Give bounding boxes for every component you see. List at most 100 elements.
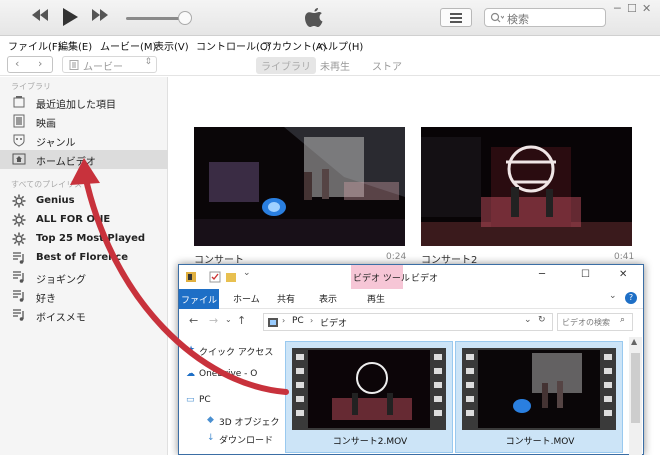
recent-locations-icon[interactable]: ⌄ bbox=[225, 315, 232, 324]
tab-view[interactable]: 表示 bbox=[319, 292, 337, 305]
scroll-thumb[interactable] bbox=[631, 353, 640, 423]
file-name: コンサート2.MOV bbox=[332, 437, 408, 447]
volume-slider[interactable] bbox=[126, 17, 186, 20]
sidebar-item-genius[interactable]: Genius bbox=[0, 192, 168, 211]
search-placeholder: 検索 bbox=[507, 13, 529, 26]
close-button[interactable]: ✕ bbox=[642, 2, 651, 15]
video-file-icon bbox=[292, 348, 446, 430]
window-title: ビデオ bbox=[411, 274, 439, 284]
nav-3d-objects[interactable]: 3D オブジェク bbox=[219, 415, 280, 428]
sidebar-item-voice-memos[interactable]: ボイスメモ bbox=[0, 306, 168, 325]
quick-access-dropdown-icon[interactable]: ⌄ bbox=[243, 268, 251, 278]
back-button[interactable]: ← bbox=[189, 314, 198, 327]
ribbon-expand-icon[interactable]: ⌄ bbox=[609, 291, 617, 301]
help-icon[interactable]: ? bbox=[625, 292, 637, 304]
nav-quick-access[interactable]: クイック アクセス bbox=[199, 345, 273, 358]
sidebar-item-recent[interactable]: 最近追加した項目 bbox=[0, 93, 168, 112]
nav-onedrive[interactable]: OneDrive - O bbox=[199, 369, 257, 379]
address-bar-row: ← → ⌄ ↑ › PC › ビデオ ⌄ ↻ ビデオの検索 ⌕ bbox=[179, 309, 643, 335]
sidebar-item-jogging[interactable]: ジョギング bbox=[0, 268, 168, 287]
sidebar-item-best-of-florence[interactable]: Best of Florence bbox=[0, 249, 168, 268]
address-dropdown-icon[interactable]: ⌄ bbox=[524, 315, 532, 325]
concert-image bbox=[194, 127, 405, 246]
menu-movie[interactable]: ムービー(M) bbox=[100, 38, 156, 53]
sidebar-item-label: ボイスメモ bbox=[36, 313, 86, 324]
tab-file[interactable]: ファイル bbox=[179, 289, 219, 309]
forward-button[interactable]: › bbox=[38, 57, 42, 70]
volume-knob[interactable] bbox=[178, 11, 192, 25]
context-tab-label: ビデオ ツール bbox=[353, 274, 410, 284]
tab-home[interactable]: ホーム bbox=[233, 292, 260, 305]
fast-forward-icon[interactable] bbox=[90, 8, 110, 22]
breadcrumb-videos[interactable]: ビデオ bbox=[320, 316, 347, 329]
menu-view[interactable]: 表示(V) bbox=[154, 38, 189, 53]
sidebar-item-label: Top 25 Most Played bbox=[36, 233, 146, 244]
playlist-icon bbox=[13, 309, 24, 321]
scroll-up-icon[interactable]: ▲ bbox=[631, 337, 637, 346]
genre-icon bbox=[13, 134, 25, 147]
sidebar-item-top-25[interactable]: Top 25 Most Played bbox=[0, 230, 168, 249]
tab-play[interactable]: 再生 bbox=[367, 292, 385, 305]
maximize-button[interactable]: ☐ bbox=[581, 269, 590, 280]
sidebar-item-label: ジャンル bbox=[36, 138, 76, 149]
explorer-search-field[interactable]: ビデオの検索 ⌕ bbox=[557, 313, 633, 331]
tab-store[interactable]: ストア bbox=[372, 58, 402, 73]
file-item[interactable]: コンサート2.MOV bbox=[285, 341, 453, 453]
rewind-icon[interactable] bbox=[30, 8, 50, 22]
refresh-icon[interactable]: ↻ bbox=[538, 315, 546, 325]
breadcrumb-sep-icon: › bbox=[310, 316, 314, 325]
nav-pc[interactable]: PC bbox=[199, 395, 211, 405]
sidebar-item-home-videos[interactable]: ホームビデオ bbox=[0, 150, 168, 169]
maximize-button[interactable]: ☐ bbox=[627, 2, 637, 15]
close-button[interactable]: ✕ bbox=[619, 269, 627, 280]
properties-icon[interactable] bbox=[209, 271, 221, 283]
list-view-button[interactable] bbox=[440, 8, 472, 27]
menu-file[interactable]: ファイル(F) bbox=[8, 38, 62, 53]
video-folder-icon bbox=[268, 318, 278, 327]
navigation-bar: ‹ › ムービー ⇕ ライブラリ 未再生 ストア bbox=[0, 54, 660, 76]
sidebar-item-label: 映画 bbox=[36, 119, 56, 130]
vertical-scrollbar[interactable]: ▲ bbox=[629, 337, 642, 455]
tab-share[interactable]: 共有 bbox=[277, 292, 295, 305]
playlists-header: すべてのプレイリスト bbox=[11, 180, 91, 189]
back-button[interactable]: ‹ bbox=[15, 57, 19, 70]
menu-help[interactable]: ヘルプ(H) bbox=[318, 38, 363, 53]
pc-icon: ▭ bbox=[186, 395, 195, 405]
menu-edit[interactable]: 編集(E) bbox=[58, 38, 92, 53]
sidebar-item-genres[interactable]: ジャンル bbox=[0, 131, 168, 150]
back-forward-buttons: ‹ › bbox=[7, 56, 53, 73]
address-bar[interactable]: › PC › ビデオ ⌄ ↻ bbox=[263, 313, 553, 331]
menu-controls[interactable]: コントロール(C) bbox=[196, 38, 271, 53]
explorer-search-placeholder: ビデオの検索 bbox=[562, 318, 610, 327]
minimize-button[interactable]: ─ bbox=[539, 269, 545, 280]
minimize-button[interactable]: ─ bbox=[614, 2, 621, 15]
up-button[interactable]: ↑ bbox=[237, 314, 246, 327]
sidebar-item-movies[interactable]: 映画 bbox=[0, 112, 168, 131]
library-header: ライブラリ bbox=[11, 82, 51, 91]
sidebar-item-all-for-one[interactable]: ALL FOR ONE bbox=[0, 211, 168, 230]
tab-unplayed[interactable]: 未再生 bbox=[320, 58, 350, 73]
sidebar-item-label: 好き bbox=[36, 294, 56, 305]
smart-playlist-icon bbox=[12, 232, 26, 246]
new-folder-icon[interactable] bbox=[225, 271, 237, 283]
media-kind-selector[interactable]: ムービー ⇕ bbox=[62, 56, 157, 73]
file-item[interactable]: コンサート.MOV bbox=[455, 341, 623, 453]
sidebar-item-label: 最近追加した項目 bbox=[36, 100, 116, 111]
video-thumbnail[interactable] bbox=[421, 127, 632, 246]
search-icon bbox=[490, 12, 504, 23]
tab-library[interactable]: ライブラリ bbox=[256, 57, 316, 74]
3d-objects-icon: ◆ bbox=[207, 415, 214, 425]
breadcrumb-pc[interactable]: PC bbox=[292, 316, 304, 326]
play-icon[interactable] bbox=[60, 6, 80, 28]
file-list: コンサート2.MOV コンサート.MOV bbox=[283, 337, 625, 455]
folder-icon bbox=[186, 272, 196, 282]
sidebar-item-label: ALL FOR ONE bbox=[36, 214, 111, 225]
nav-downloads[interactable]: ダウンロード bbox=[219, 433, 273, 446]
sidebar-item-favorites[interactable]: 好き bbox=[0, 287, 168, 306]
breadcrumb-sep-icon: › bbox=[282, 316, 286, 325]
search-field[interactable]: 検索 bbox=[484, 8, 606, 27]
video-thumbnail[interactable] bbox=[194, 127, 405, 246]
itunes-titlebar: 検索 ─ ☐ ✕ bbox=[0, 0, 660, 36]
forward-button[interactable]: → bbox=[209, 314, 218, 327]
menu-account[interactable]: アカウント(A) bbox=[262, 38, 327, 53]
